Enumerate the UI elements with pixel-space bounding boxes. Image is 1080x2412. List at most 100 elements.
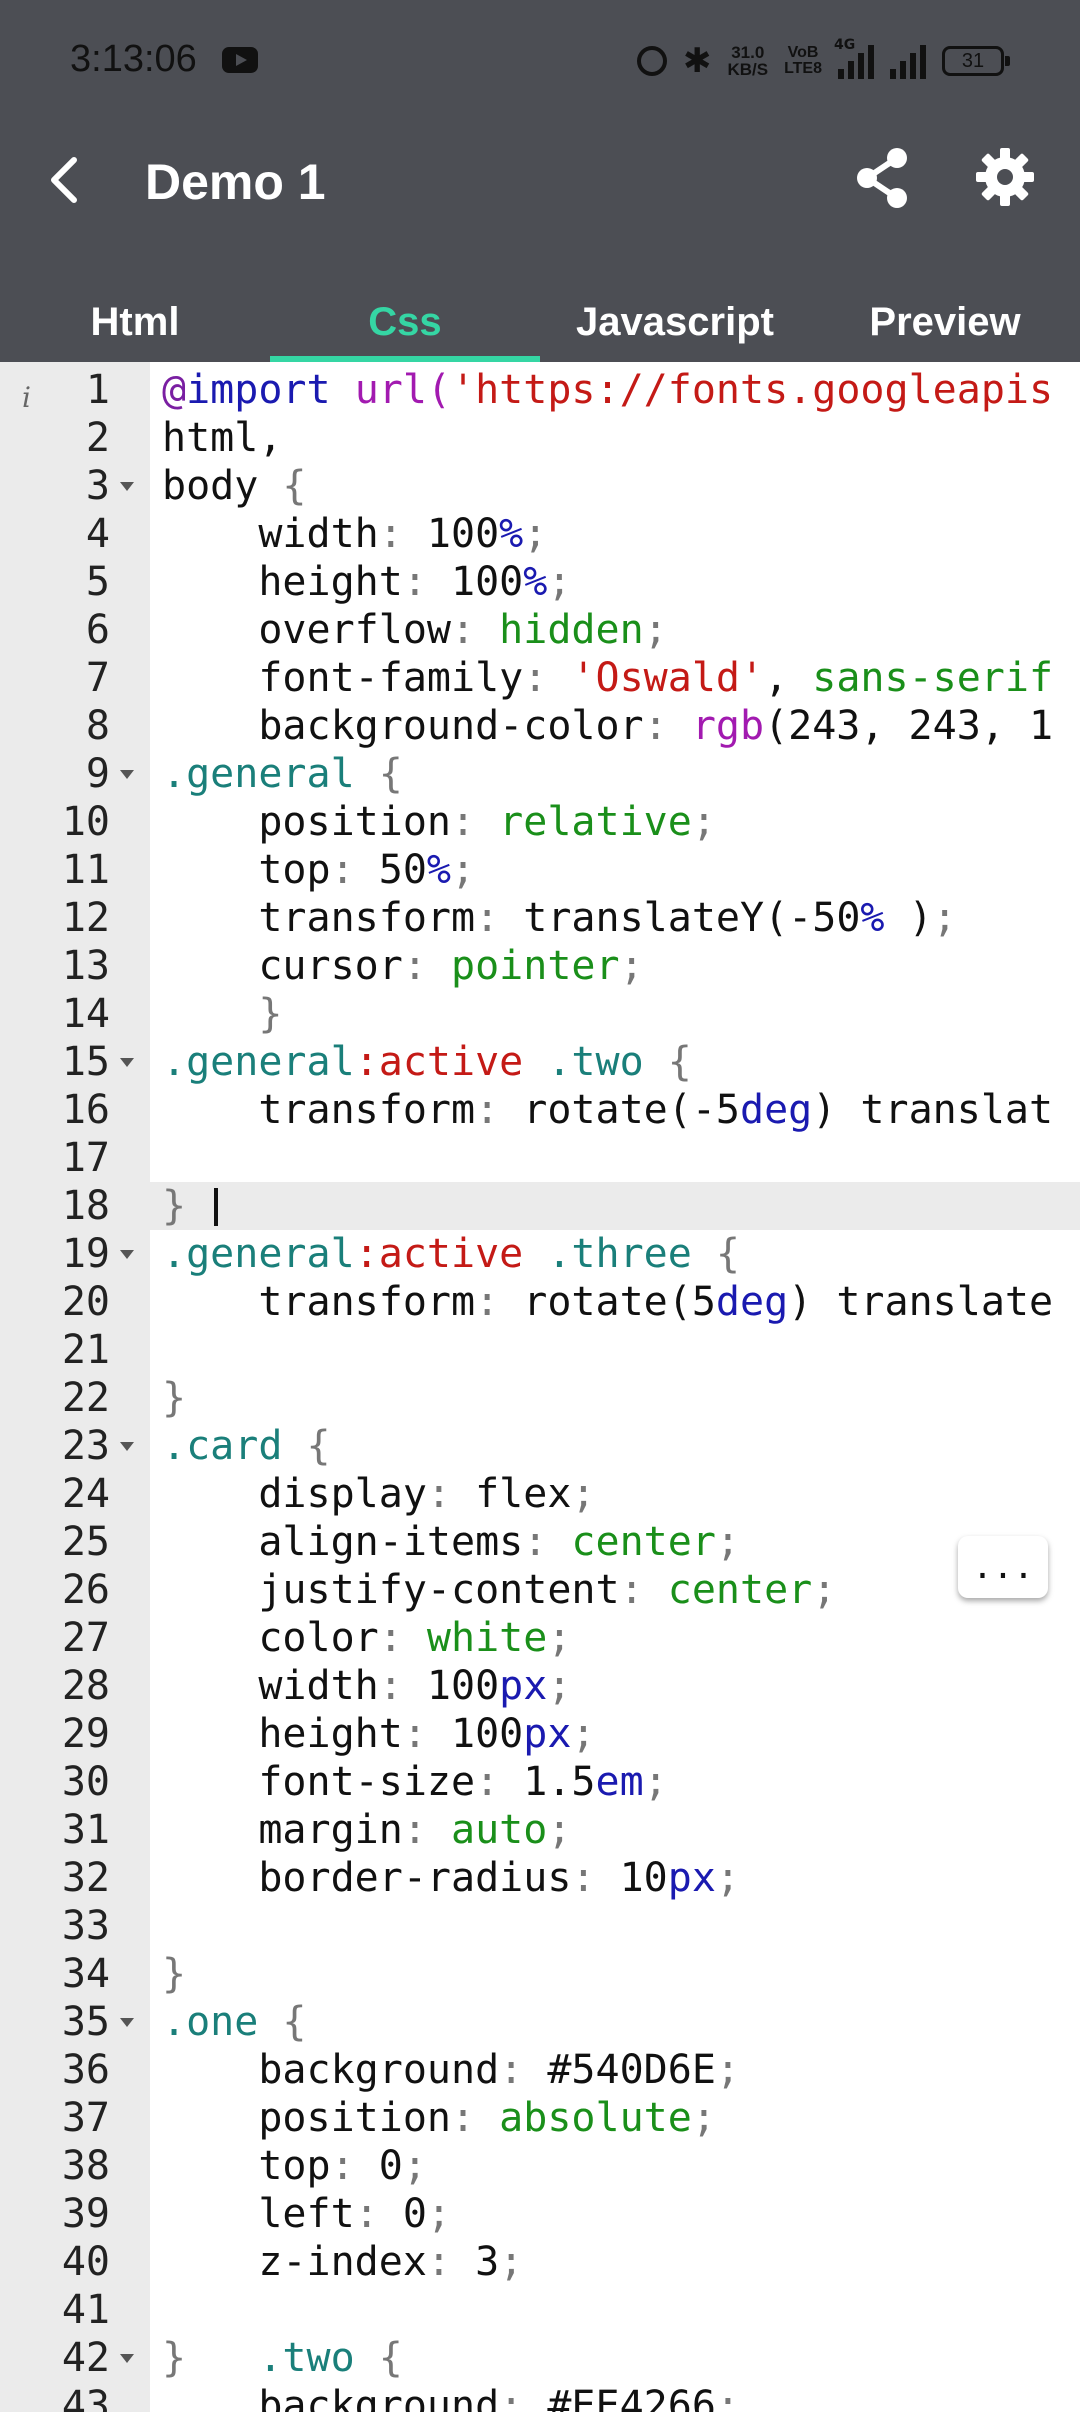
code-text: .general:active .three { — [162, 1231, 740, 1277]
code-line[interactable]: 8 background-color: rgb(243, 243, 1 — [0, 702, 1080, 750]
code-text: background-color: rgb(243, 243, 1 — [162, 703, 1054, 749]
line-number: 29 — [61, 1711, 110, 1757]
code-text: height: 100%; — [162, 559, 572, 605]
fold-arrow-icon[interactable] — [120, 1058, 134, 1067]
share-icon[interactable] — [853, 146, 911, 210]
line-number: 14 — [61, 991, 110, 1037]
code-line[interactable]: 26 justify-content: center; — [0, 1566, 1080, 1614]
code-line[interactable]: 7 font-family: 'Oswald', sans-serif — [0, 654, 1080, 702]
line-number: 24 — [61, 1471, 110, 1517]
code-line[interactable]: 31 margin: auto; — [0, 1806, 1080, 1854]
code-line[interactable]: 10 position: relative; — [0, 798, 1080, 846]
code-line[interactable]: 43 background: #EE4266; — [0, 2382, 1080, 2412]
line-number: 18 — [61, 1183, 110, 1229]
code-line[interactable]: 12 transform: translateY(-50% ); — [0, 894, 1080, 942]
code-text: body { — [162, 463, 307, 509]
page-title: Demo 1 — [145, 154, 326, 210]
code-text: margin: auto; — [162, 1807, 572, 1853]
code-text: .card { — [162, 1423, 331, 1469]
tab-preview[interactable]: Preview — [810, 292, 1080, 362]
fold-arrow-icon[interactable] — [120, 2018, 134, 2027]
code-line[interactable]: 25 align-items: center; — [0, 1518, 1080, 1566]
back-arrow-icon[interactable] — [38, 152, 94, 208]
code-line[interactable]: 2 html, — [0, 414, 1080, 462]
line-number: 40 — [61, 2239, 110, 2285]
code-line[interactable]: 33 — [0, 1902, 1080, 1950]
app-bar: Demo 1 Html Css Javascript Preview — [0, 122, 1080, 362]
volte-top: VoB — [787, 44, 819, 61]
tab-css[interactable]: Css — [270, 292, 540, 362]
status-bar: 3:13:06 ✱ 31.0 KB/S VoB LTE8 4G 31 — [0, 0, 1080, 122]
line-number: 31 — [61, 1807, 110, 1853]
code-line[interactable]: 41 — [0, 2286, 1080, 2334]
code-line[interactable]: 19 .general:active .three { — [0, 1230, 1080, 1278]
fold-arrow-icon[interactable] — [120, 770, 134, 779]
code-line[interactable]: 21 — [0, 1326, 1080, 1374]
code-text: font-size: 1.5em; — [162, 1759, 668, 1805]
code-line[interactable]: 39 left: 0; — [0, 2190, 1080, 2238]
fold-arrow-icon[interactable] — [120, 2354, 134, 2363]
code-line[interactable]: 13 cursor: pointer; — [0, 942, 1080, 990]
line-number: 38 — [61, 2143, 110, 2189]
fold-arrow-icon[interactable] — [120, 1250, 134, 1259]
line-number: 1 — [85, 367, 110, 413]
code-line[interactable]: 14 } — [0, 990, 1080, 1038]
tab-html[interactable]: Html — [0, 292, 270, 362]
code-line[interactable]: 34} — [0, 1950, 1080, 1998]
more-options-button[interactable]: ... — [958, 1536, 1048, 1598]
line-number: 2 — [85, 415, 110, 461]
code-line[interactable]: 6 overflow: hidden; — [0, 606, 1080, 654]
code-line[interactable]: 9 .general { — [0, 750, 1080, 798]
alarm-icon — [636, 46, 667, 76]
code-text: } .two { — [162, 2335, 403, 2381]
network-speed: 31.0 KB/S — [727, 44, 768, 78]
code-line[interactable]: 38 top: 0; — [0, 2142, 1080, 2190]
code-line[interactable]: 22} — [0, 1374, 1080, 1422]
code-line[interactable]: i 1 @import url('https://fonts.googleapis — [0, 366, 1080, 414]
code-line[interactable]: 16 transform: rotate(-5deg) translat — [0, 1086, 1080, 1134]
line-number: 21 — [61, 1327, 110, 1373]
fold-arrow-icon[interactable] — [120, 482, 134, 491]
tab-javascript[interactable]: Javascript — [540, 292, 810, 362]
line-number: 33 — [61, 1903, 110, 1949]
line-number: 36 — [61, 2047, 110, 2093]
code-line[interactable]: 29 height: 100px; — [0, 1710, 1080, 1758]
line-number: 6 — [85, 607, 110, 653]
code-text: .general:active .two { — [162, 1039, 692, 1085]
settings-gear-icon[interactable] — [974, 146, 1036, 208]
code-line[interactable]: 20 transform: rotate(5deg) translate — [0, 1278, 1080, 1326]
code-text: top: 0; — [162, 2143, 427, 2189]
code-editor[interactable]: i 1 @import url('https://fonts.googleapis 2… — [0, 362, 1080, 2412]
code-line[interactable]: 42} .two { — [0, 2334, 1080, 2382]
code-line[interactable]: 28 width: 100px; — [0, 1662, 1080, 1710]
code-line[interactable]: 27 color: white; — [0, 1614, 1080, 1662]
code-line[interactable]: 4 width: 100%; — [0, 510, 1080, 558]
code-line[interactable]: 32 border-radius: 10px; — [0, 1854, 1080, 1902]
signal-sim2-icon — [890, 43, 926, 79]
code-text: html, — [162, 415, 283, 461]
fold-arrow-icon[interactable] — [120, 1442, 134, 1451]
code-line[interactable]: 35 .one { — [0, 1998, 1080, 2046]
line-number: 35 — [61, 1999, 110, 2045]
code-line[interactable]: 11 top: 50%; — [0, 846, 1080, 894]
code-line[interactable]: 36 background: #540D6E; — [0, 2046, 1080, 2094]
code-line[interactable]: 17 — [0, 1134, 1080, 1182]
line-number: 34 — [61, 1951, 110, 1997]
code-line[interactable]: 37 position: absolute; — [0, 2094, 1080, 2142]
code-line[interactable]: 3 body { — [0, 462, 1080, 510]
code-line[interactable]: 18} — [0, 1182, 1080, 1230]
code-text: top: 50%; — [162, 847, 476, 893]
code-text: height: 100px; — [162, 1711, 596, 1757]
code-line[interactable]: 5 height: 100%; — [0, 558, 1080, 606]
code-line[interactable]: 23 .card { — [0, 1422, 1080, 1470]
code-lines[interactable]: i 1 @import url('https://fonts.googleapis 2… — [0, 366, 1080, 2412]
code-line[interactable]: 24 display: flex; — [0, 1470, 1080, 1518]
line-number: 26 — [61, 1567, 110, 1613]
code-line[interactable]: 30 font-size: 1.5em; — [0, 1758, 1080, 1806]
code-text: color: white; — [162, 1615, 572, 1661]
code-text: transform: translateY(-50% ); — [162, 895, 957, 941]
code-line[interactable]: 40 z-index: 3; — [0, 2238, 1080, 2286]
line-number: 8 — [85, 703, 110, 749]
code-line[interactable]: 15 .general:active .two { — [0, 1038, 1080, 1086]
bluetooth-icon: ✱ — [682, 41, 712, 81]
